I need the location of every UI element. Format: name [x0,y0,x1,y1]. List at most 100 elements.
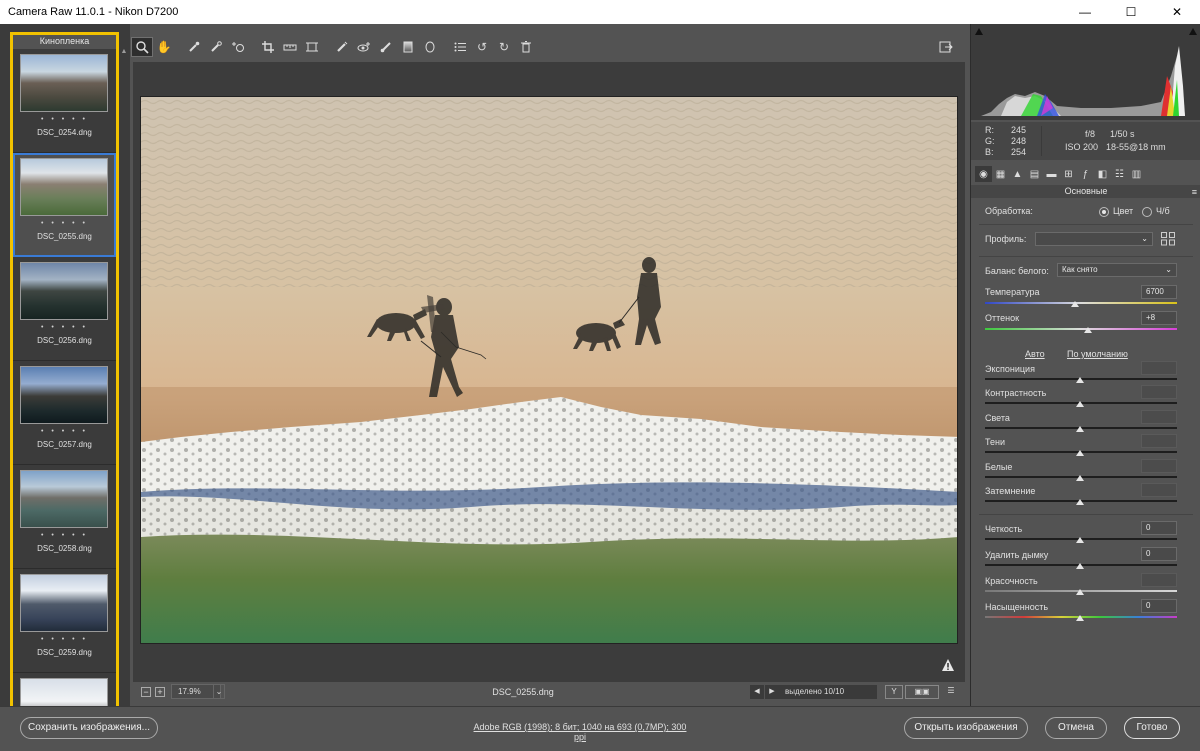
rating-dots[interactable]: • • • • • [13,636,116,643]
panel-tabs: ◉ ▦ ▲ ▤ ▬ ⊞ ƒ ◧ ☷ ▥ [971,164,1200,184]
detail-tab-icon[interactable]: ▲ [1009,166,1026,182]
slider-thumb[interactable] [1076,563,1084,569]
slider-thumb[interactable] [1084,327,1092,333]
shadow-clipping-icon[interactable] [975,28,983,35]
done-button[interactable]: Готово [1124,717,1180,739]
saturation-field[interactable]: 0 [1141,599,1177,613]
presets-tab-icon[interactable]: ☷ [1111,166,1128,182]
hand-icon[interactable]: ✋ [153,37,175,57]
photo-preview[interactable] [140,96,958,644]
previous-image-icon[interactable]: ◀ [750,685,764,699]
save-images-button[interactable]: Сохранить изображения... [20,717,158,739]
rating-dots[interactable]: • • • • • [13,324,116,331]
transform-icon[interactable] [301,37,323,57]
adjustment-brush-icon[interactable] [375,37,397,57]
warning-icon[interactable] [941,658,955,672]
clarity-field[interactable]: 0 [1141,521,1177,535]
graduated-filter-icon[interactable] [397,37,419,57]
slider-thumb[interactable] [1076,499,1084,505]
zoom-out-button[interactable]: − [141,687,151,697]
whites-field[interactable] [1141,459,1177,473]
slider-thumb[interactable] [1076,450,1084,456]
fullscreen-icon[interactable] [935,37,957,57]
slider-thumb[interactable] [1076,475,1084,481]
zoom-in-button[interactable]: + [155,687,165,697]
slider-thumb[interactable] [1076,401,1084,407]
profile-browser-icon[interactable] [1161,232,1176,246]
lens-corrections-tab-icon[interactable]: ⊞ [1060,166,1077,182]
blacks-field[interactable] [1141,483,1177,497]
temperature-field[interactable]: 6700 [1141,285,1177,299]
rotate-right-icon[interactable]: ↻ [493,37,515,57]
snapshots-tab-icon[interactable]: ▥ [1128,166,1145,182]
rotate-left-icon[interactable]: ↺ [471,37,493,57]
slider-thumb[interactable] [1076,615,1084,621]
workflow-options-link[interactable]: Adobe RGB (1998); 8 бит; 1040 на 693 (0,… [470,722,690,742]
bw-radio[interactable] [1142,207,1152,217]
film-thumb[interactable]: • • • • • DSC_0256.dng [13,257,116,361]
film-thumb[interactable]: • • • • • DSC_0257.dng [13,361,116,465]
slider-thumb[interactable] [1071,301,1079,307]
slider-thumb[interactable] [1076,377,1084,383]
auto-link[interactable]: Авто [1025,349,1045,359]
profile-select[interactable]: ⌄ [1035,232,1153,246]
before-after-toggle[interactable]: Y [885,685,903,699]
vibrance-field[interactable] [1141,573,1177,587]
contrast-field[interactable] [1141,385,1177,399]
default-link[interactable]: По умолчанию [1067,349,1128,359]
image-canvas[interactable] [133,62,965,682]
basic-tab-icon[interactable]: ◉ [975,166,992,182]
slider-thumb[interactable] [1076,537,1084,543]
hsl-tab-icon[interactable]: ▤ [1026,166,1043,182]
calibration-tab-icon[interactable]: ◧ [1094,166,1111,182]
tint-slider[interactable] [985,328,1177,330]
straighten-icon[interactable] [279,37,301,57]
panel-menu-icon[interactable]: ≡ [1192,186,1197,199]
tone-curve-tab-icon[interactable]: ▦ [992,166,1009,182]
rating-dots[interactable]: • • • • • [13,220,116,227]
scroll-up-icon[interactable]: ▲ [120,48,128,55]
chevron-down-icon[interactable]: ⌄ [213,684,225,699]
preferences-icon[interactable] [449,37,471,57]
color-radio[interactable] [1099,207,1109,217]
dehaze-field[interactable]: 0 [1141,547,1177,561]
film-thumb[interactable]: • • • • • DSC_0258.dng [13,465,116,569]
film-thumb[interactable]: • • • • • DSC_0259.dng [13,569,116,673]
info-separator [1041,126,1042,156]
split-toning-tab-icon[interactable]: ▬ [1043,166,1060,182]
next-image-icon[interactable]: ▶ [765,685,779,699]
cancel-button[interactable]: Отмена [1045,717,1107,739]
spot-removal-icon[interactable] [331,37,353,57]
close-button[interactable]: ✕ [1154,0,1200,24]
white-balance-select[interactable]: Как снято ⌄ [1057,263,1177,277]
shadows-field[interactable] [1141,434,1177,448]
before-after-modes-icon[interactable]: ▣▣ [905,685,939,699]
trash-icon[interactable] [515,37,537,57]
temperature-slider[interactable] [985,302,1177,304]
maximize-button[interactable]: ☐ [1108,0,1154,24]
tint-field[interactable]: +8 [1141,311,1177,325]
zoom-icon[interactable] [131,37,153,57]
white-balance-icon[interactable] [183,37,205,57]
effects-tab-icon[interactable]: ƒ [1077,166,1094,182]
red-eye-icon[interactable] [353,37,375,57]
film-thumb-selected[interactable]: • • • • • DSC_0255.dng [13,153,116,257]
highlights-field[interactable] [1141,410,1177,424]
slider-thumb[interactable] [1076,589,1084,595]
exposure-field[interactable] [1141,361,1177,375]
rating-dots[interactable]: • • • • • [13,532,116,539]
color-sampler-icon[interactable] [205,37,227,57]
thumb-filename: DSC_0259.dng [37,648,92,657]
rating-dots[interactable]: • • • • • [13,116,116,123]
slider-thumb[interactable] [1076,426,1084,432]
highlight-clipping-icon[interactable] [1189,28,1197,35]
minimize-button[interactable]: — [1062,0,1108,24]
open-images-button[interactable]: Открыть изображения [904,717,1028,739]
targeted-adjustment-icon[interactable] [227,37,249,57]
view-settings-icon[interactable]: ☰ [943,685,959,699]
radial-filter-icon[interactable] [419,37,441,57]
rating-dots[interactable]: • • • • • [13,428,116,435]
crop-icon[interactable] [257,37,279,57]
filmstrip-scrollbar[interactable]: ▲ ▼ [120,48,128,718]
film-thumb[interactable]: • • • • • DSC_0254.dng [13,49,116,153]
